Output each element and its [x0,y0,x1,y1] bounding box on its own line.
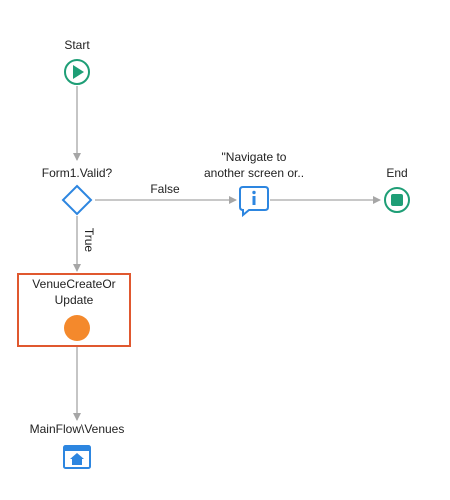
flow-canvas[interactable]: Start Form1.Valid? "Navigate to another … [0,0,450,495]
if-node[interactable] [61,184,93,216]
end-label: End [386,166,408,180]
end-node[interactable] [384,187,410,213]
destination-node[interactable] [63,445,91,469]
flow-diagram [17,59,410,469]
if-label: Form1.Valid? [41,166,113,180]
message-node[interactable] [239,186,269,218]
info-stem [252,196,256,205]
screen-titlebar [64,446,90,451]
action-label-line2: Update [54,293,94,307]
false-label: False [150,182,180,196]
info-dot [252,190,256,195]
action-label-line1: VenueCreateOr [32,277,116,291]
message-label-line2: another screen or.. [203,166,305,180]
message-label-line1: "Navigate to [221,150,287,164]
start-node[interactable] [64,59,90,85]
true-label: True [82,227,96,253]
diamond-icon [61,184,93,216]
start-label: Start [64,38,90,52]
stop-icon [391,194,403,206]
server-action-circle [64,315,90,341]
destination-label: MainFlow\Venues [29,422,125,436]
